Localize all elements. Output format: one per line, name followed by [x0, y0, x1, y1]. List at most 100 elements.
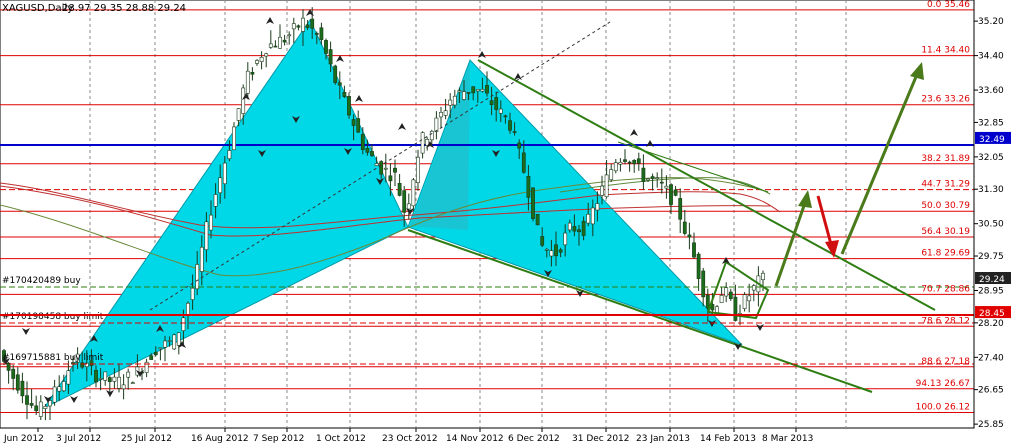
- price-tick-label: 27.40: [978, 353, 1004, 363]
- candle-body: [416, 156, 420, 183]
- price-tick-label: 35.20: [978, 17, 1004, 27]
- candle-body: [471, 86, 476, 94]
- candle-body: [733, 296, 738, 321]
- candle-body: [673, 189, 678, 196]
- candle-body: [751, 285, 756, 291]
- candle-body: [167, 340, 172, 342]
- candle-body: [429, 130, 434, 141]
- candle-body: [314, 33, 319, 35]
- candle-body: [494, 97, 499, 110]
- candle-body: [402, 190, 407, 213]
- candle-body: [117, 376, 121, 389]
- fib-label: 70.7 28.86: [921, 284, 970, 294]
- candle-body: [609, 169, 614, 181]
- candle-body: [595, 203, 600, 211]
- candle-body: [319, 27, 324, 40]
- candle-body: [590, 207, 595, 225]
- date-tick-label: 31 Dec 2012: [572, 434, 630, 444]
- candle-body: [273, 45, 278, 48]
- candle-body: [498, 108, 503, 114]
- price-tick-label: 32.85: [978, 118, 1004, 128]
- candle-body: [636, 158, 641, 164]
- price-tick-label: 30.50: [978, 220, 1004, 230]
- candle-body: [218, 177, 223, 194]
- candle-body: [696, 253, 701, 279]
- candle-body: [11, 368, 16, 379]
- candle-body: [701, 270, 706, 298]
- candle-body: [149, 355, 154, 360]
- candle-body: [540, 236, 545, 246]
- candle-body: [204, 221, 209, 250]
- candle-body: [107, 377, 112, 382]
- candle-body: [466, 92, 471, 94]
- candle-body: [199, 246, 204, 272]
- ohlc-label: 28.97 29.35 28.88 29.24: [62, 3, 186, 14]
- candle-body: [554, 244, 558, 257]
- candle-body: [158, 347, 163, 350]
- candle-body: [517, 142, 522, 149]
- candle-body: [659, 181, 664, 184]
- fib-label: 38.2 31.89: [921, 154, 970, 164]
- candle-body: [52, 386, 57, 403]
- candle-body: [434, 117, 439, 132]
- candle-body: [305, 24, 310, 28]
- candle-body: [227, 150, 232, 160]
- candle-body: [342, 92, 347, 97]
- date-tick-label: 23 Jan 2013: [636, 434, 690, 444]
- candle-body: [761, 272, 765, 281]
- price-tick-label: 25.85: [978, 420, 1004, 430]
- candle-body: [232, 126, 236, 151]
- candle-body: [747, 295, 752, 302]
- candle-body: [724, 287, 729, 297]
- price-tick-label: 28.95: [978, 287, 1004, 297]
- fib-label: 0.0 35.46: [927, 0, 970, 10]
- candle-body: [508, 120, 512, 131]
- candle-body: [443, 110, 448, 116]
- candle-body: [126, 371, 131, 378]
- candle-body: [618, 161, 623, 165]
- candle-body: [604, 174, 609, 198]
- candle-body: [650, 176, 655, 179]
- candle-body: [264, 53, 269, 57]
- candle-body: [411, 179, 416, 207]
- candle-body: [209, 214, 213, 231]
- candle-body: [360, 134, 365, 150]
- candle-body: [25, 395, 29, 405]
- date-tick-label: Jun 2012: [3, 434, 44, 444]
- candle-body: [222, 162, 227, 185]
- fib-label: 11.4 34.40: [921, 46, 970, 56]
- candle-body: [213, 194, 218, 207]
- candle-body: [98, 378, 103, 380]
- candle-body: [655, 177, 660, 179]
- candle-body: [176, 332, 181, 346]
- candle-body: [66, 370, 71, 385]
- candle-body: [365, 148, 370, 153]
- date-tick-label: 23 Oct 2012: [382, 434, 438, 444]
- fib-label: 56.4 30.19: [921, 227, 970, 237]
- candle-body: [503, 115, 508, 118]
- candle-body: [57, 386, 62, 392]
- candle-body: [397, 183, 402, 196]
- price-tick-label: 28.20: [978, 319, 1004, 329]
- candle-body: [282, 39, 287, 43]
- candle-body: [531, 187, 535, 219]
- fib-label: 61.8 29.69: [921, 249, 970, 259]
- candle-body: [600, 185, 604, 196]
- candle-body: [333, 65, 338, 83]
- candle-body: [682, 221, 687, 234]
- date-tick-label: 16 Aug 2012: [191, 434, 249, 444]
- candle-body: [370, 151, 374, 156]
- price-tag-label: 28.45: [979, 309, 1005, 319]
- candle-body: [687, 234, 692, 238]
- date-tick-label: 7 Sep 2012: [253, 434, 304, 444]
- candle-body: [15, 374, 20, 391]
- price-tick-label: 32.05: [978, 153, 1004, 163]
- candle-body: [347, 95, 351, 116]
- candle-body: [287, 34, 292, 37]
- date-tick-label: 6 Dec 2012: [508, 434, 560, 444]
- candle-body: [268, 43, 273, 48]
- candle-body: [186, 302, 190, 316]
- price-tag-label: 29.24: [979, 275, 1005, 285]
- candle-body: [121, 384, 126, 390]
- candle-body: [38, 401, 43, 417]
